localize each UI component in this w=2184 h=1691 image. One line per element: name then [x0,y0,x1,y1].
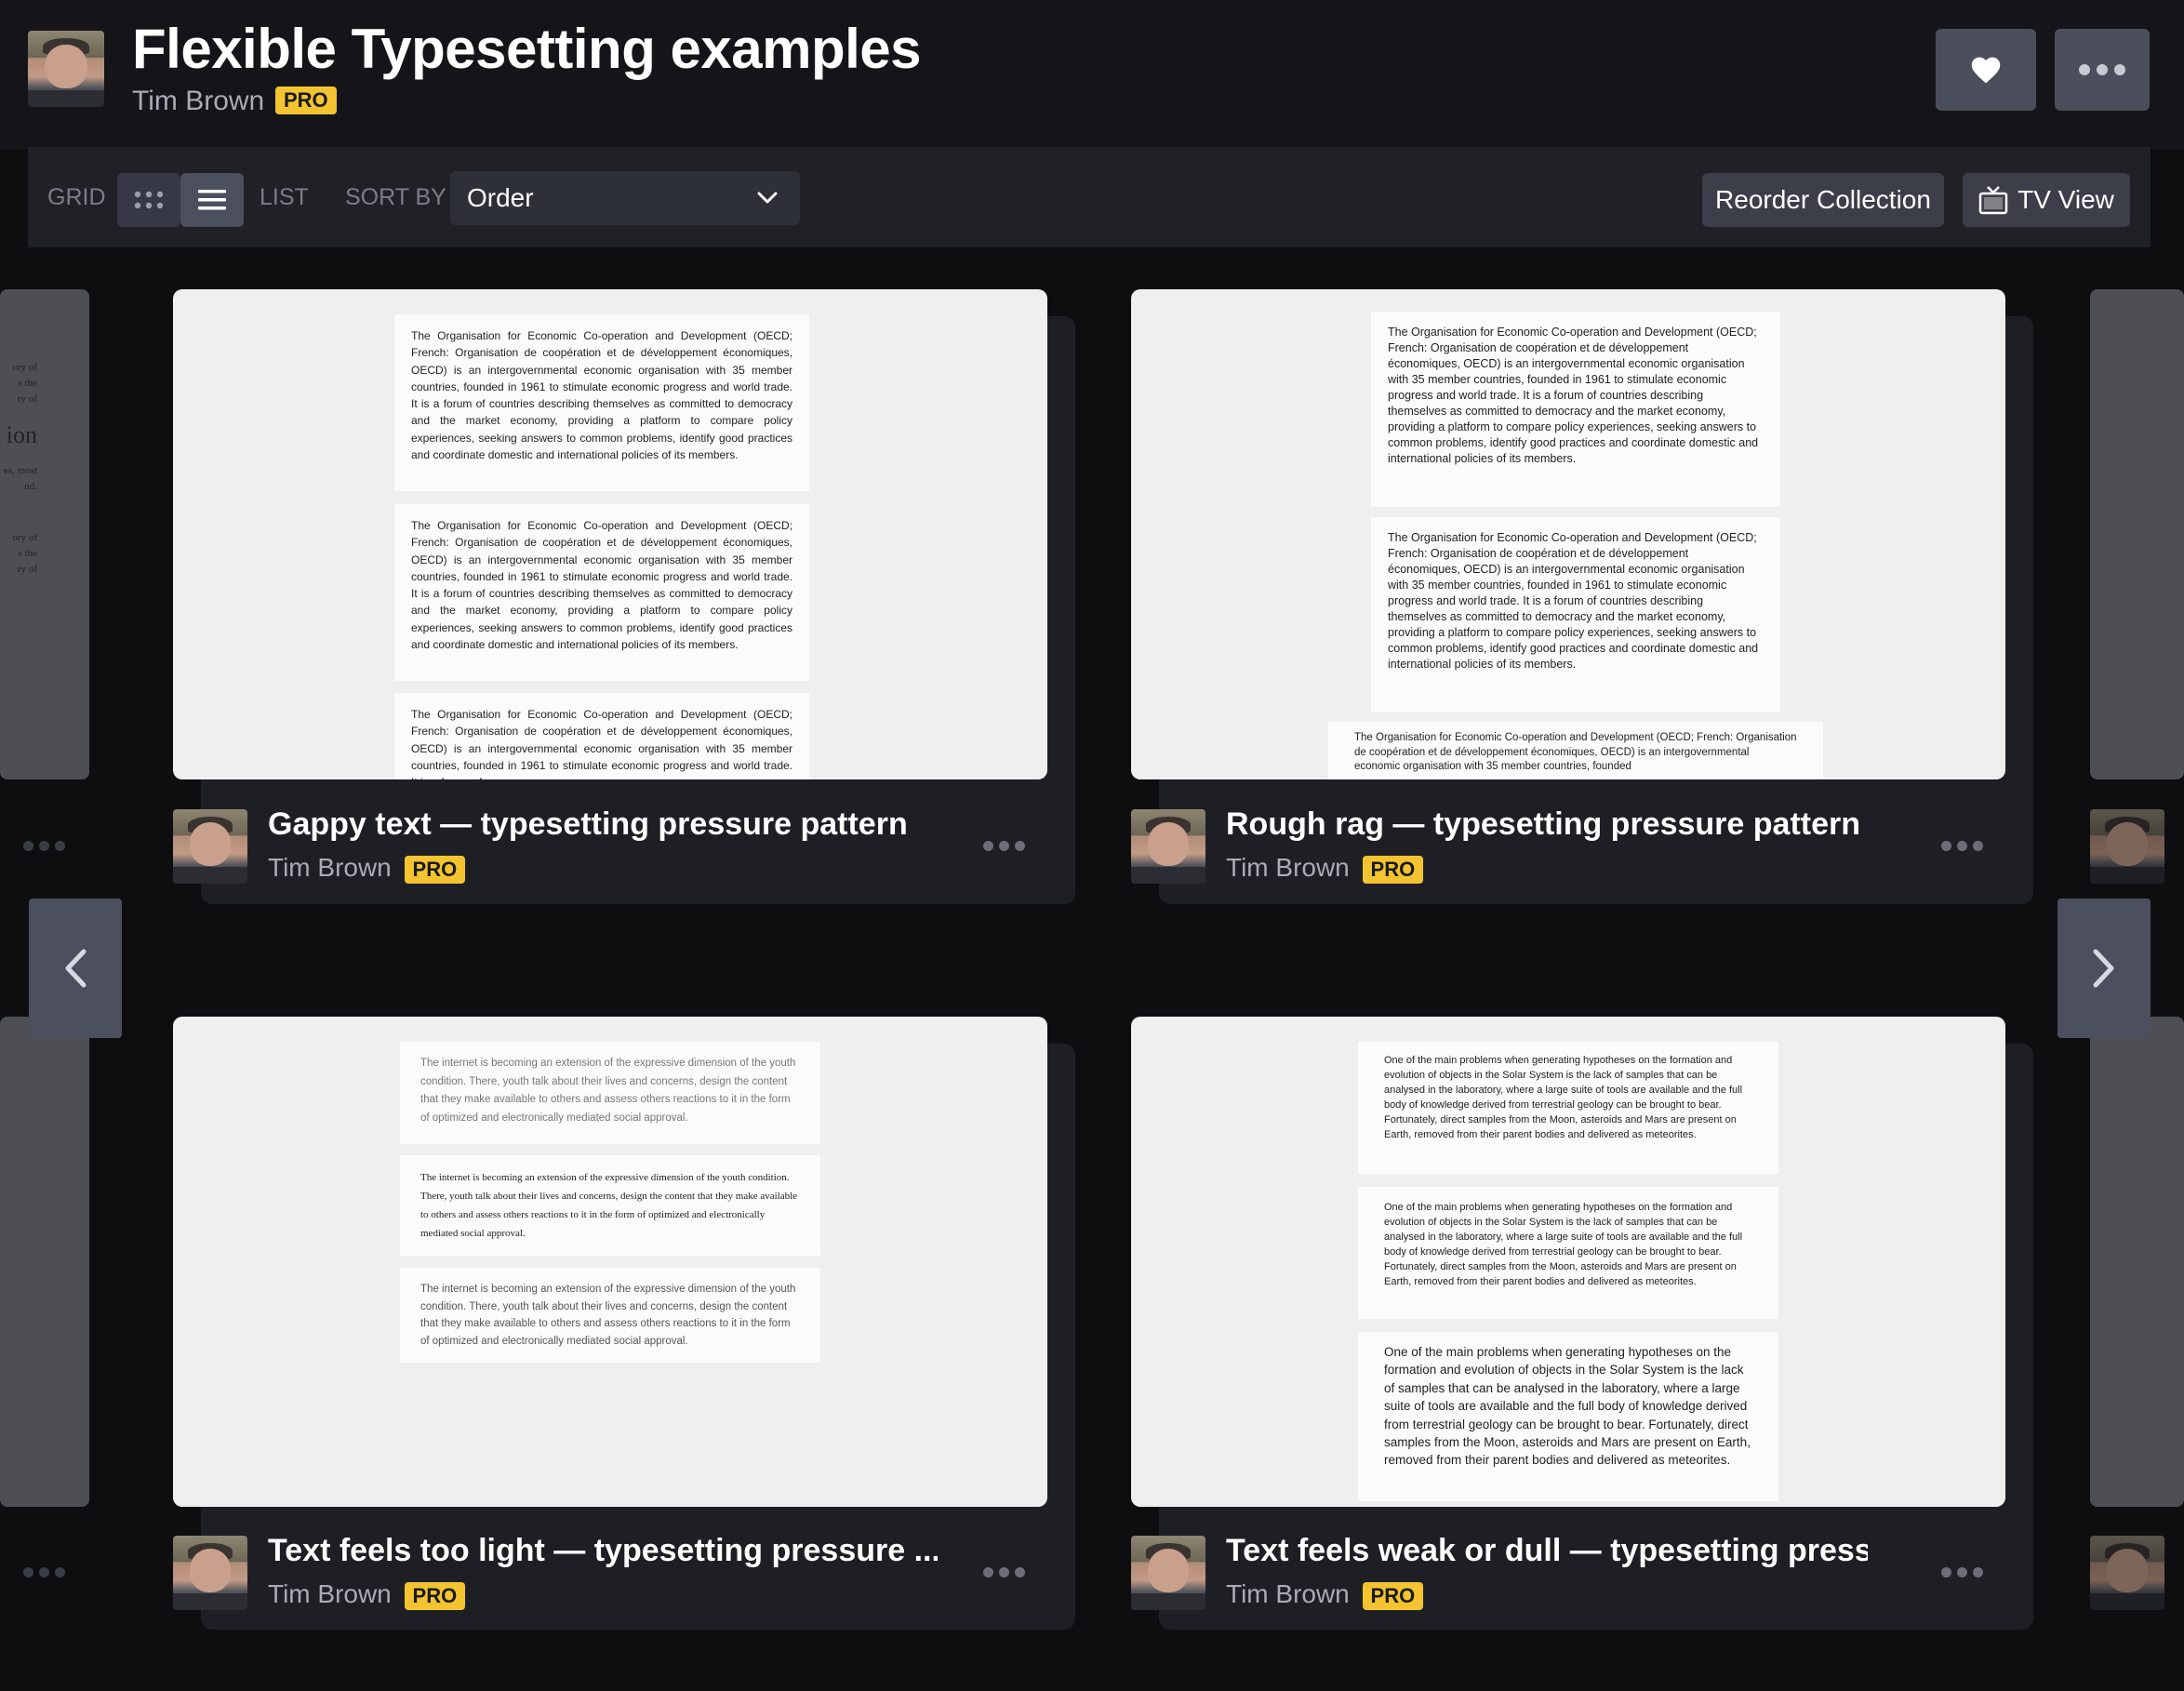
previous-card-peek[interactable] [0,1017,89,1507]
previous-card-peek[interactable]: ory of s the ry of ion es, most nd. ory … [0,289,89,779]
like-button[interactable] [1936,29,2036,111]
page-title: Flexible Typesetting examples [132,18,922,80]
text-sample: The Organisation for Economic Co-operati… [1371,517,1780,712]
card-title[interactable]: Text feels too light — typesetting press… [268,1533,938,1569]
list-icon [198,190,226,210]
peek-text: ion [6,421,37,448]
avatar[interactable] [1131,1536,1205,1610]
text-sample: The internet is becoming an extension of… [400,1155,820,1256]
card-more-icon[interactable] [983,841,1025,851]
peek-more-icon[interactable] [23,841,65,851]
avatar[interactable] [2090,809,2164,884]
avatar[interactable] [1131,809,1205,884]
grid-icon [134,191,164,209]
list-label[interactable]: LIST [260,184,309,211]
text-sample: One of the main problems when generating… [1358,1332,1778,1501]
chevron-down-icon [757,192,778,204]
collection-header: Flexible Typesetting examples Tim Brown … [0,0,2184,149]
author-name: Tim Brown [1226,853,1350,882]
grid-label[interactable]: GRID [47,184,106,211]
author-name: Tim Brown [268,853,392,882]
next-card-peek[interactable] [2090,289,2184,779]
text-sample: The Organisation for Economic Co-operati… [394,693,809,779]
grid-view-button[interactable] [117,173,180,227]
text-sample: The Organisation for Economic Co-operati… [1328,722,1823,779]
previous-page-button[interactable] [29,899,122,1038]
avatar[interactable] [28,31,104,107]
more-options-button[interactable] [2055,29,2150,111]
author-name: Tim Brown [268,1579,392,1608]
sort-select[interactable]: Order [450,171,800,225]
text-sample: The internet is becoming an extension of… [400,1042,820,1144]
card-title[interactable]: Gappy text — typesetting pressure patter… [268,806,1012,843]
reorder-collection-label: Reorder Collection [1715,185,1931,214]
text-sample: The Organisation for Economic Co-operati… [394,504,809,681]
card-more-icon[interactable] [1941,1567,1983,1578]
card-thumbnail[interactable]: One of the main problems when generating… [1131,1017,2005,1507]
next-page-button[interactable] [2057,899,2151,1038]
peek-text: ry of [17,393,37,405]
next-card-peek[interactable] [2090,1017,2184,1507]
sort-value: Order [467,183,534,212]
list-view-button[interactable] [180,173,244,227]
tv-view-button[interactable]: TV View [1963,173,2130,227]
card-thumbnail[interactable]: The internet is becoming an extension of… [173,1017,1047,1507]
peek-text: s the [18,378,37,389]
avatar[interactable] [173,809,247,884]
pro-badge: PRO [404,1581,466,1610]
chevron-right-icon [2093,949,2114,988]
card-title[interactable]: Rough rag — typesetting pressure pattern [1226,806,1970,843]
peek-text: ory of [12,362,37,373]
peek-text: ry of [17,564,37,575]
heart-icon [1971,57,2001,84]
text-sample: The Organisation for Economic Co-operati… [1371,312,1780,507]
more-icon [2079,64,2125,75]
sort-label: SORT BY [345,184,446,210]
peek-more-icon[interactable] [23,1567,65,1578]
card-more-icon[interactable] [983,1567,1025,1578]
tv-icon [1978,186,2008,215]
peek-text: es, most [3,465,37,476]
card-thumbnail[interactable]: The Organisation for Economic Co-operati… [1131,289,2005,779]
card-thumbnail[interactable]: The Organisation for Economic Co-operati… [173,289,1047,779]
pro-badge: PRO [1362,855,1424,884]
text-sample: One of the main problems when generating… [1358,1187,1778,1319]
card-author[interactable]: Tim Brown PRO [268,1579,466,1610]
text-sample: One of the main problems when generating… [1358,1042,1778,1174]
peek-text: nd. [24,481,37,492]
card-author[interactable]: Tim Brown PRO [1226,853,1424,884]
text-sample: The Organisation for Economic Co-operati… [394,314,809,491]
peek-text: ory of [12,532,37,543]
author-name: Tim Brown [1226,1579,1350,1608]
pro-badge: PRO [404,855,466,884]
peek-text: s the [18,548,37,559]
card-more-icon[interactable] [1941,841,1983,851]
pro-badge: PRO [275,87,337,114]
avatar[interactable] [2090,1536,2164,1610]
card-title[interactable]: Text feels weak or dull — typesetting pr… [1226,1533,1868,1569]
text-sample: The internet is becoming an extension of… [400,1268,820,1363]
reorder-collection-button[interactable]: Reorder Collection [1702,173,1944,227]
collection-toolbar: GRID LIST SORT BY Order Reorder Collecti… [28,147,2151,247]
tv-view-label: TV View [2018,185,2114,214]
avatar[interactable] [173,1536,247,1610]
card-author[interactable]: Tim Brown PRO [1226,1579,1424,1610]
pro-badge: PRO [1362,1581,1424,1610]
chevron-left-icon [65,949,87,988]
author-name[interactable]: Tim Brown [132,86,264,117]
card-author[interactable]: Tim Brown PRO [268,853,466,884]
